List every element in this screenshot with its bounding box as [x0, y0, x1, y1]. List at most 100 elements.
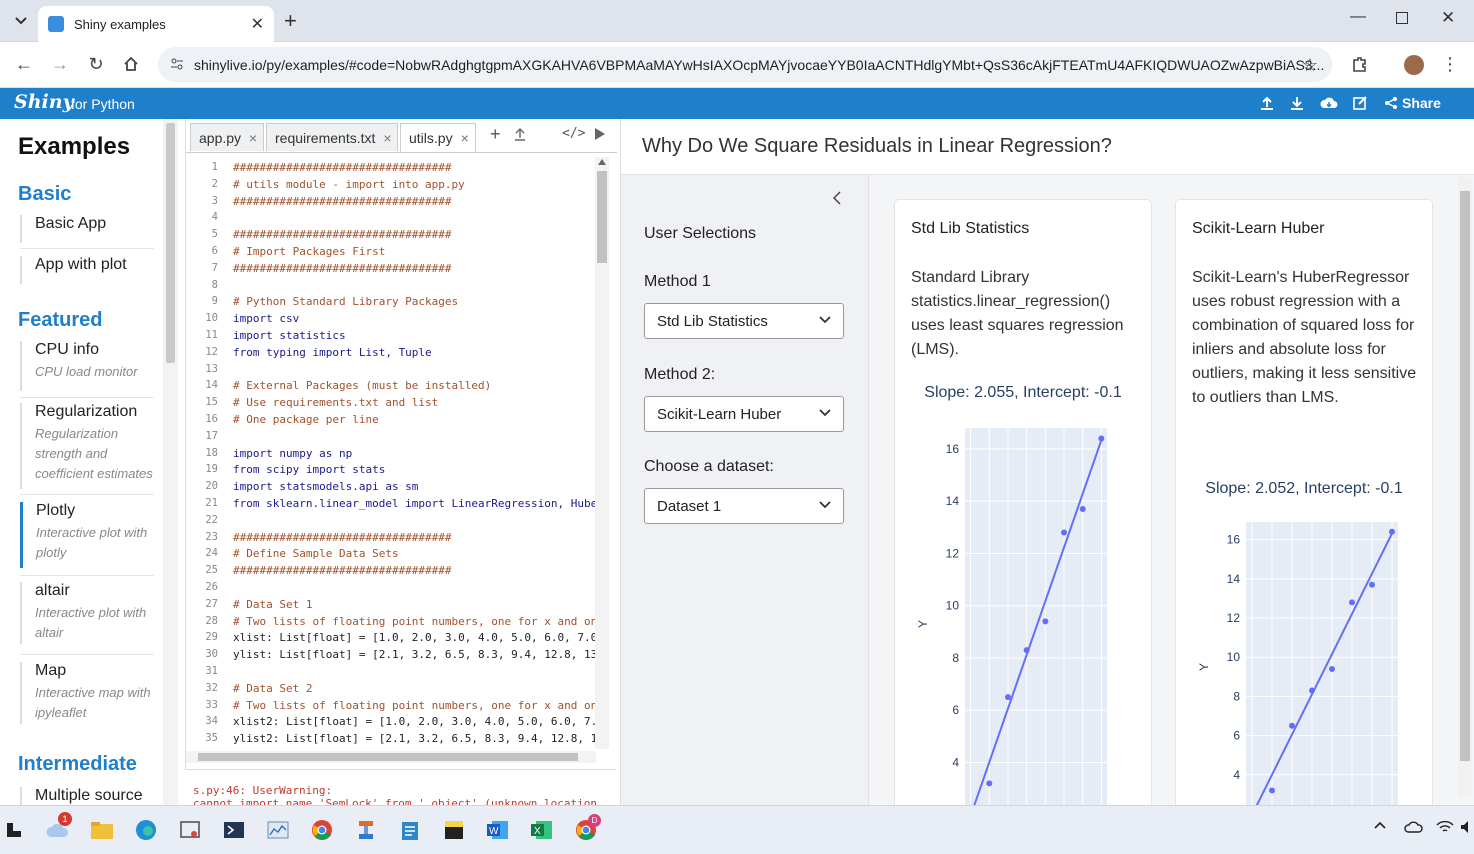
- data-point: [1098, 435, 1105, 442]
- code-line: #################################: [233, 161, 452, 174]
- code-area[interactable]: 1 ################################# 2 # uti…: [186, 157, 596, 749]
- add-file-icon[interactable]: +: [490, 124, 501, 145]
- y-axis-label: Y: [1197, 663, 1211, 671]
- data-point: [1004, 694, 1011, 701]
- editor-scrollbar-h[interactable]: [186, 751, 596, 763]
- upload-icon[interactable]: [1259, 95, 1275, 111]
- tab-search-button[interactable]: [10, 10, 32, 32]
- sidebar-item-plotly[interactable]: Plotly Interactive plot with plotly: [20, 502, 154, 568]
- app-scrollbar[interactable]: [1458, 177, 1472, 797]
- edit-icon[interactable]: [1352, 95, 1368, 111]
- code-toggle-icon[interactable]: </>: [562, 126, 585, 141]
- maximize-button[interactable]: [1396, 12, 1408, 24]
- sidebar-scroll-thumb[interactable]: [166, 123, 175, 363]
- snipping-tool-icon[interactable]: [176, 816, 204, 844]
- chrome-profile-icon[interactable]: D: [572, 814, 601, 844]
- sidebar-item-multiple-source[interactable]: Multiple source: [20, 787, 154, 805]
- sidebar-scrollbar[interactable]: [163, 119, 178, 805]
- scatter-plot-2[interactable]: 4 6 8 10 12 14 16 Y: [1176, 512, 1433, 839]
- line-number: 7: [211, 261, 218, 274]
- minimize-button[interactable]: —: [1350, 8, 1366, 26]
- volume-icon[interactable]: [1460, 820, 1472, 834]
- tab-utils-py[interactable]: utils.py ×: [400, 123, 476, 152]
- share-button[interactable]: Share: [1384, 95, 1441, 111]
- line-number: 4: [211, 211, 218, 224]
- bookmark-star-icon[interactable]: ☆: [1296, 51, 1324, 79]
- data-point: [1309, 687, 1315, 694]
- divider: [20, 248, 154, 249]
- code-line: #################################: [233, 564, 452, 578]
- sidebar-item-map[interactable]: Map Interactive map with ipyleaflet: [20, 662, 154, 724]
- tab-requirements[interactable]: requirements.txt ×: [266, 123, 398, 151]
- sidebar-item-basic-app[interactable]: Basic App: [20, 215, 154, 243]
- sidebar-item-altair[interactable]: altair Interactive plot with altair: [20, 582, 154, 644]
- card-body: Scikit-Learn's HuberRegressor uses robus…: [1192, 269, 1417, 406]
- network-tool-icon[interactable]: [352, 816, 380, 844]
- run-icon[interactable]: [594, 127, 606, 141]
- extensions-icon[interactable]: [1346, 50, 1374, 78]
- method2-select[interactable]: Scikit-Learn Huber: [644, 396, 844, 432]
- forward-icon[interactable]: →: [46, 50, 74, 78]
- onedrive-icon[interactable]: [1404, 820, 1424, 834]
- y-tick-label: 10: [1227, 650, 1241, 664]
- y-tick-label: 12: [946, 546, 960, 560]
- word-icon[interactable]: W: [484, 816, 512, 844]
- start-icon[interactable]: [0, 816, 28, 844]
- powershell-icon[interactable]: [220, 816, 248, 844]
- method1-select[interactable]: Std Lib Statistics: [644, 303, 844, 339]
- dataset-select[interactable]: Dataset 1: [644, 488, 844, 524]
- editor-scrollbar-v[interactable]: [595, 157, 609, 749]
- code-line: # utils module - import into app.py: [233, 177, 465, 191]
- download-icon[interactable]: [1289, 95, 1305, 111]
- chevron-down-icon: [819, 501, 831, 509]
- app-scroll-thumb[interactable]: [1460, 191, 1470, 761]
- share-label: Share: [1402, 95, 1441, 111]
- home-icon[interactable]: [117, 50, 145, 78]
- weather-icon[interactable]: 1: [44, 812, 72, 844]
- chrome-icon[interactable]: [308, 816, 336, 844]
- sidebar-item-cpu-info[interactable]: CPU info CPU load monitor: [20, 341, 154, 391]
- notepad-icon[interactable]: [396, 816, 424, 844]
- close-icon[interactable]: ✕: [251, 14, 264, 34]
- close-icon[interactable]: ×: [461, 130, 469, 146]
- address-bar[interactable]: shinylive.io/py/examples/#code=NobwRAdgh…: [158, 47, 1332, 82]
- upload-file-icon[interactable]: [514, 127, 526, 141]
- profile-avatar[interactable]: [1404, 55, 1424, 75]
- tab-app-py[interactable]: app.py ×: [190, 123, 264, 151]
- sidebar-item-app-with-plot[interactable]: App with plot: [20, 256, 154, 284]
- line-number: 24: [205, 547, 218, 560]
- back-icon[interactable]: ←: [10, 50, 38, 78]
- share-icon: [1385, 97, 1397, 109]
- sidebar-item-regularization[interactable]: Regularization Regularization strength a…: [20, 403, 154, 489]
- excel-icon[interactable]: X: [528, 816, 556, 844]
- system-tray-chevron-icon[interactable]: [1374, 820, 1386, 830]
- window-close-button[interactable]: ✕: [1441, 8, 1455, 28]
- menu-dots-icon[interactable]: ⋮: [1436, 50, 1464, 78]
- close-icon[interactable]: ×: [383, 130, 391, 146]
- editor-scroll-thumb[interactable]: [597, 171, 607, 263]
- notification-badge: 1: [58, 812, 72, 826]
- performance-monitor-icon[interactable]: [264, 816, 292, 844]
- site-info-icon[interactable]: [170, 57, 184, 71]
- close-icon[interactable]: ×: [249, 130, 257, 146]
- new-tab-button[interactable]: +: [284, 8, 297, 34]
- code-line: # Two lists of floating point numbers, o…: [233, 614, 596, 628]
- cloud-download-icon[interactable]: [1320, 95, 1338, 111]
- sticky-notes-icon[interactable]: [440, 816, 468, 844]
- code-line: #################################: [233, 530, 452, 544]
- file-explorer-icon[interactable]: [88, 816, 116, 844]
- wifi-icon[interactable]: [1436, 820, 1454, 834]
- code-line: from scipy import stats: [233, 463, 386, 477]
- line-number: 19: [205, 463, 218, 476]
- line-number: 14: [205, 379, 218, 392]
- scatter-plot-1[interactable]: 246810121416Y: [895, 418, 1152, 838]
- browser-tab[interactable]: Shiny examples ✕: [38, 6, 274, 42]
- code-line: #################################: [233, 261, 452, 275]
- scroll-up-icon[interactable]: [598, 159, 606, 165]
- y-axis-label: Y: [916, 620, 930, 628]
- edge-icon[interactable]: [132, 816, 160, 844]
- reload-icon[interactable]: ↻: [82, 50, 110, 78]
- editor-hscroll-thumb[interactable]: [198, 753, 578, 761]
- line-number: 18: [205, 446, 218, 459]
- collapse-sidebar-icon[interactable]: [833, 191, 841, 205]
